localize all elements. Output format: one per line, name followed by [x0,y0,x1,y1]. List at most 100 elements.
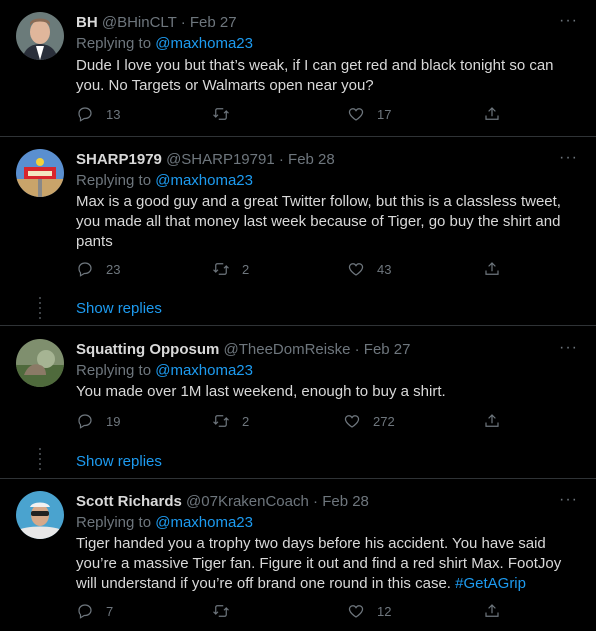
retweet-button[interactable]: 2 [212,260,249,278]
avatar-photo [16,339,64,387]
share-button[interactable] [483,412,501,430]
like-button[interactable]: 17 [347,105,391,123]
share-icon [483,105,501,123]
separator: · [354,341,360,358]
tweet-text: You made over 1M last weekend, enough to… [76,383,446,400]
reply-button[interactable]: 13 [76,105,120,123]
replying-to-label: Replying to [76,514,152,531]
like-icon [347,602,365,620]
tweet[interactable]: Scott Richards @07KrakenCoach · Feb 28 ·… [0,479,596,631]
tweet-date[interactable]: Feb 28 [322,493,369,510]
display-name[interactable]: Squatting Opposum [76,341,219,358]
tweet[interactable]: BH @BHinCLT · Feb 27 ··· Replying to @ma… [0,0,596,136]
retweet-button[interactable]: 2 [212,412,249,430]
tweet[interactable]: SHARP1979 @SHARP19791 · Feb 28 ··· Reply… [0,137,596,325]
replying-to: Replying to @maxhoma23 [76,514,253,531]
tweet-text: Dude I love you but that’s weak, if I ca… [76,57,554,94]
thread-connector [39,448,41,473]
replying-to-handle[interactable]: @maxhoma23 [155,362,253,379]
reply-count: 23 [106,261,121,277]
hashtag-link[interactable]: #GetAGrip [455,575,526,592]
more-icon[interactable]: ··· [559,491,578,509]
replying-to: Replying to @maxhoma23 [76,362,253,379]
retweet-icon [212,105,230,123]
avatar-photo [16,491,64,539]
tweet-actions: 13 17 [76,105,516,125]
tweet-date[interactable]: Feb 27 [364,341,411,358]
share-button[interactable] [483,260,501,278]
retweet-icon [212,602,230,620]
like-count: 17 [377,106,392,122]
replying-to-label: Replying to [76,35,152,52]
user-handle[interactable]: @TheeDomReiske [224,341,351,358]
retweet-count: 2 [242,413,250,429]
reply-button[interactable]: 7 [76,602,113,620]
replying-to-label: Replying to [76,172,152,189]
replying-to-handle[interactable]: @maxhoma23 [155,35,253,52]
tweet-date[interactable]: Feb 27 [190,14,237,31]
display-name[interactable]: Scott Richards [76,493,182,510]
like-button[interactable]: 43 [347,260,391,278]
reply-icon [76,260,94,278]
retweet-button[interactable] [212,602,242,620]
more-icon[interactable]: ··· [559,149,578,167]
replying-to-handle[interactable]: @maxhoma23 [155,172,253,189]
thread-connector [39,297,41,322]
share-button[interactable] [483,105,501,123]
tweet-actions: 7 12 [76,602,516,622]
more-icon[interactable]: ··· [559,12,578,30]
avatar[interactable] [16,12,64,60]
separator: · [313,493,319,510]
more-icon[interactable]: ··· [559,339,578,357]
reply-icon [76,412,94,430]
tweet-date[interactable]: Feb 28 [288,151,335,168]
like-icon [347,260,365,278]
avatar[interactable] [16,491,64,539]
retweet-count: 2 [242,261,250,277]
reply-count: 7 [106,603,114,619]
tweet-text: Max is a good guy and a great Twitter fo… [76,193,561,250]
tweet-header: Squatting Opposum @TheeDomReiske · Feb 2… [76,341,410,358]
reply-button[interactable]: 19 [76,412,120,430]
reply-icon [76,105,94,123]
reply-count: 13 [106,106,121,122]
tweet-actions: 19 2 272 [76,412,516,432]
replying-to: Replying to @maxhoma23 [76,35,253,52]
reply-button[interactable]: 23 [76,260,120,278]
avatar-photo [16,12,64,60]
display-name[interactable]: SHARP1979 [76,151,162,168]
avatar[interactable] [16,339,64,387]
user-handle[interactable]: @07KrakenCoach [186,493,309,510]
show-replies-link[interactable]: Show replies [76,300,162,317]
replying-to-handle[interactable]: @maxhoma23 [155,514,253,531]
replying-to: Replying to @maxhoma23 [76,172,253,189]
user-handle[interactable]: @SHARP19791 [166,151,275,168]
tweet[interactable]: Squatting Opposum @TheeDomReiske · Feb 2… [0,326,596,478]
show-replies-link[interactable]: Show replies [76,453,162,470]
like-count: 272 [373,413,395,429]
retweet-icon [212,412,230,430]
avatar-photo [16,149,64,197]
user-handle[interactable]: @BHinCLT [102,14,177,31]
share-icon [483,602,501,620]
display-name[interactable]: BH [76,14,98,31]
share-icon [483,260,501,278]
share-button[interactable] [483,602,501,620]
separator: · [278,151,284,168]
like-icon [347,105,365,123]
tweet-actions: 23 2 43 [76,260,516,280]
tweet-header: SHARP1979 @SHARP19791 · Feb 28 [76,151,335,168]
retweet-button[interactable] [212,105,242,123]
separator: · [180,14,186,31]
like-icon [343,412,361,430]
retweet-icon [212,260,230,278]
like-button[interactable]: 272 [343,412,395,430]
like-count: 12 [377,603,392,619]
share-icon [483,412,501,430]
replying-to-label: Replying to [76,362,152,379]
like-button[interactable]: 12 [347,602,391,620]
reply-count: 19 [106,413,121,429]
tweet-header: Scott Richards @07KrakenCoach · Feb 28 [76,493,369,510]
avatar[interactable] [16,149,64,197]
tweet-header: BH @BHinCLT · Feb 27 [76,14,237,31]
